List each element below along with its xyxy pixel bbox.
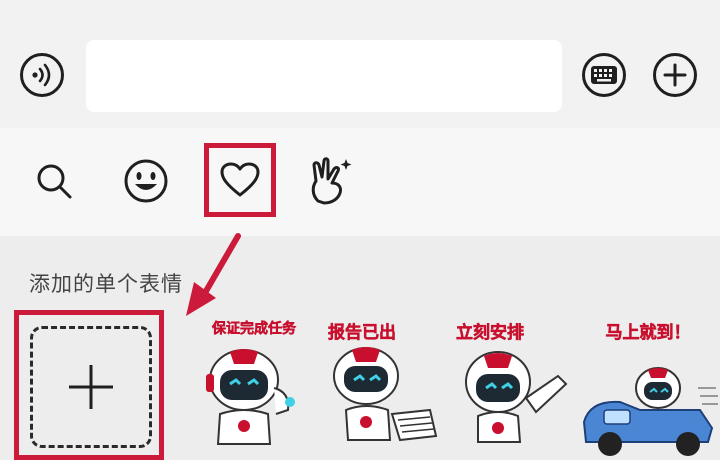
plus-circle-icon bbox=[663, 63, 687, 87]
tab-favorites[interactable] bbox=[204, 143, 276, 217]
tab-stickers[interactable] bbox=[300, 146, 360, 216]
tab-search[interactable] bbox=[24, 146, 84, 216]
sticker-item[interactable]: 立刻安排 bbox=[452, 318, 580, 460]
message-input[interactable] bbox=[86, 40, 562, 112]
tab-emoji[interactable] bbox=[116, 146, 176, 216]
smile-icon bbox=[124, 159, 168, 203]
search-icon bbox=[37, 164, 72, 199]
voice-button[interactable] bbox=[20, 53, 64, 97]
plus-icon bbox=[69, 365, 113, 409]
keyboard-button[interactable] bbox=[582, 53, 626, 97]
hand-sparkle-icon bbox=[311, 157, 352, 205]
keyboard-icon bbox=[591, 66, 617, 84]
robot-sticker-icon bbox=[465, 351, 568, 443]
robot-car-sticker-icon bbox=[582, 367, 718, 456]
add-sticker-button[interactable] bbox=[30, 326, 152, 448]
section-title: 添加的单个表情 bbox=[29, 272, 183, 296]
heart-icon bbox=[220, 162, 260, 197]
pointer-arrow-icon bbox=[186, 233, 241, 316]
emoji-tab-bar bbox=[0, 128, 720, 236]
voice-wave-icon bbox=[32, 63, 51, 87]
sticker-item[interactable]: 马上就到！ bbox=[580, 318, 718, 460]
more-button[interactable] bbox=[653, 53, 697, 97]
